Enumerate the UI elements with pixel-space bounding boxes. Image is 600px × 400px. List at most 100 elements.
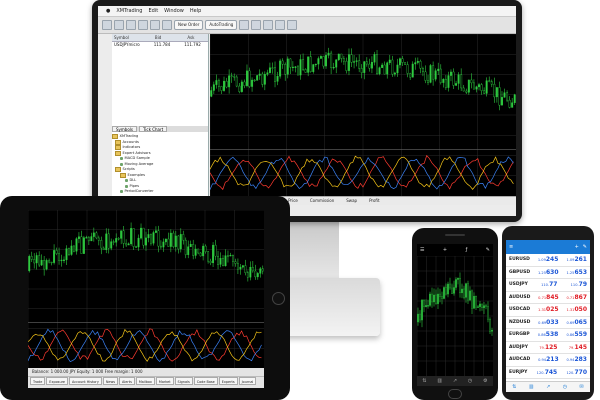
apple-icon[interactable]: ● <box>106 8 110 14</box>
candle-body <box>40 260 43 266</box>
candle-body <box>215 80 218 85</box>
candle-body <box>70 245 73 255</box>
auto-trading-button[interactable]: AutoTrading <box>205 20 238 30</box>
zoom-out-icon[interactable] <box>287 20 298 30</box>
quote-row[interactable]: NZDUSD 0.69033 0.69065 <box>506 317 590 329</box>
quote-row[interactable]: AUDUSD 0.71845 0.71867 <box>506 292 590 304</box>
menu-edit[interactable]: Edit <box>148 8 158 14</box>
terminal-tab[interactable]: Mailbox <box>135 377 155 385</box>
menu-app[interactable]: XMTrading <box>116 8 142 14</box>
home-button[interactable] <box>448 389 462 399</box>
candle-body <box>199 252 202 257</box>
crosshair-icon[interactable]: + <box>443 247 447 253</box>
messages-tab-icon[interactable]: ✉ <box>580 384 584 390</box>
quote-ask: 0.69065 <box>566 317 587 329</box>
candle-body <box>63 259 65 261</box>
candle-body <box>317 58 320 65</box>
candle-body <box>240 81 243 92</box>
candle-body <box>511 102 514 108</box>
new-order-button[interactable]: New Order <box>174 20 204 30</box>
tab-symbols[interactable]: Symbols <box>112 126 137 132</box>
quote-row[interactable]: GBPUSD 1.25630 1.25653 <box>506 267 590 279</box>
zoom-in-icon[interactable] <box>275 20 286 30</box>
terminal-tab[interactable]: Account History <box>69 377 102 385</box>
quote-bid-big: 538 <box>545 331 559 338</box>
terminal-icon[interactable] <box>162 20 172 30</box>
quotes-tab-icon[interactable]: ⇅ <box>512 384 516 390</box>
candle-body <box>404 62 407 65</box>
line-chart-icon[interactable] <box>263 20 274 30</box>
candle-body <box>337 53 340 60</box>
balance-line: Balance: 1 000.00 JPY Equity: 1 000 Free… <box>28 368 264 377</box>
candle-body <box>241 265 244 268</box>
folder-icon <box>112 134 118 140</box>
settings-tab-icon[interactable]: ⚙ <box>483 378 487 384</box>
left-panel: Symbol Bid Ask USDJPYmicro 111.784 111.7… <box>112 34 209 212</box>
candle-body <box>210 90 213 97</box>
quote-row[interactable]: USDCAD 1.31025 1.31050 <box>506 304 590 317</box>
quote-row[interactable]: EURJPY 120.745 120.770 <box>506 367 590 379</box>
menu-icon[interactable]: ☰ <box>420 247 424 253</box>
candle-chart-icon[interactable] <box>251 20 262 30</box>
terminal-tab[interactable]: Market <box>155 377 174 385</box>
candle-body <box>477 306 479 308</box>
quote-row[interactable]: AUDJPY 79.125 79.145 <box>506 342 590 354</box>
quotes-tab-icon[interactable]: ⇅ <box>422 378 426 384</box>
quote-row[interactable]: AUDCAD 0.94213 0.94283 <box>506 354 590 367</box>
market-watch-row[interactable]: USDJPYmicro 111.784 111.792 <box>112 42 208 48</box>
candle-body <box>406 64 409 74</box>
quote-ask-big: 261 <box>574 256 587 263</box>
indicator-icon[interactable]: ƒ <box>466 247 468 253</box>
candle-body <box>214 244 217 257</box>
candle-body <box>233 76 236 78</box>
home-button[interactable] <box>272 292 285 305</box>
terminal-tab[interactable]: News <box>102 377 119 385</box>
bar-chart-icon[interactable] <box>239 20 250 30</box>
add-symbol-icon[interactable]: + <box>575 244 579 250</box>
candle-body <box>304 69 307 73</box>
quote-row[interactable]: USDJPY 110.77 110.79 <box>506 279 590 292</box>
candle-body <box>223 80 225 91</box>
quote-row[interactable]: EURGBP 0.86538 0.86559 <box>506 329 590 342</box>
candle-body <box>302 59 305 70</box>
market-watch-icon[interactable] <box>126 20 136 30</box>
quote-row[interactable]: EURUSD 1.09245 1.09261 <box>506 254 590 267</box>
android-tabbar: ⇅ ▥ ↗ ◷ ✉ <box>506 381 590 392</box>
terminal-tab[interactable]: Code Base <box>193 377 218 385</box>
quote-symbol-cell: AUDJPY <box>509 342 528 354</box>
chart-tab-icon[interactable]: ▥ <box>529 384 534 390</box>
trade-tab-icon[interactable]: ↗ <box>546 384 550 390</box>
terminal-tab[interactable]: Trade <box>30 377 46 385</box>
candle-body <box>228 75 231 88</box>
history-tab-icon[interactable]: ◷ <box>563 384 567 390</box>
terminal-tab[interactable]: Exposure <box>46 377 68 385</box>
iphone-chart-svg[interactable] <box>417 255 493 376</box>
terminal-tab[interactable]: Alerts <box>119 377 135 385</box>
menu-icon[interactable]: ≡ <box>509 244 513 250</box>
terminal-tab[interactable]: Journal <box>238 377 257 385</box>
navigator-icon[interactable] <box>150 20 160 30</box>
menu-window[interactable]: Window <box>164 8 184 14</box>
profiles-icon[interactable] <box>114 20 124 30</box>
price-chart[interactable] <box>210 34 516 196</box>
quote-ask-big: 283 <box>574 356 587 363</box>
quote-ask-big: 770 <box>574 368 587 376</box>
menu-help[interactable]: Help <box>190 8 201 14</box>
pen-icon[interactable]: ✎ <box>486 247 490 253</box>
quote-bid-big: 125 <box>544 343 558 351</box>
quote-bid: 1.09245 <box>538 254 559 266</box>
terminal-tab[interactable]: Signals <box>174 377 193 385</box>
tablet-chart-svg[interactable] <box>28 210 264 368</box>
new-chart-icon[interactable] <box>102 20 112 30</box>
candle-body <box>259 268 262 274</box>
tab-tick-chart[interactable]: Tick Chart <box>138 126 168 132</box>
chart-tab-icon[interactable]: ▥ <box>437 378 442 384</box>
history-tab-icon[interactable]: ◷ <box>468 378 472 384</box>
candle-body <box>147 234 150 239</box>
mw-ask: 111.792 <box>184 42 201 47</box>
edit-icon[interactable]: ✎ <box>583 244 587 250</box>
trade-tab-icon[interactable]: ↗ <box>453 378 457 384</box>
terminal-tab[interactable]: Experts <box>218 377 238 385</box>
data-window-icon[interactable] <box>138 20 148 30</box>
nav-item-periodconverter[interactable]: PeriodConverter <box>112 189 208 195</box>
